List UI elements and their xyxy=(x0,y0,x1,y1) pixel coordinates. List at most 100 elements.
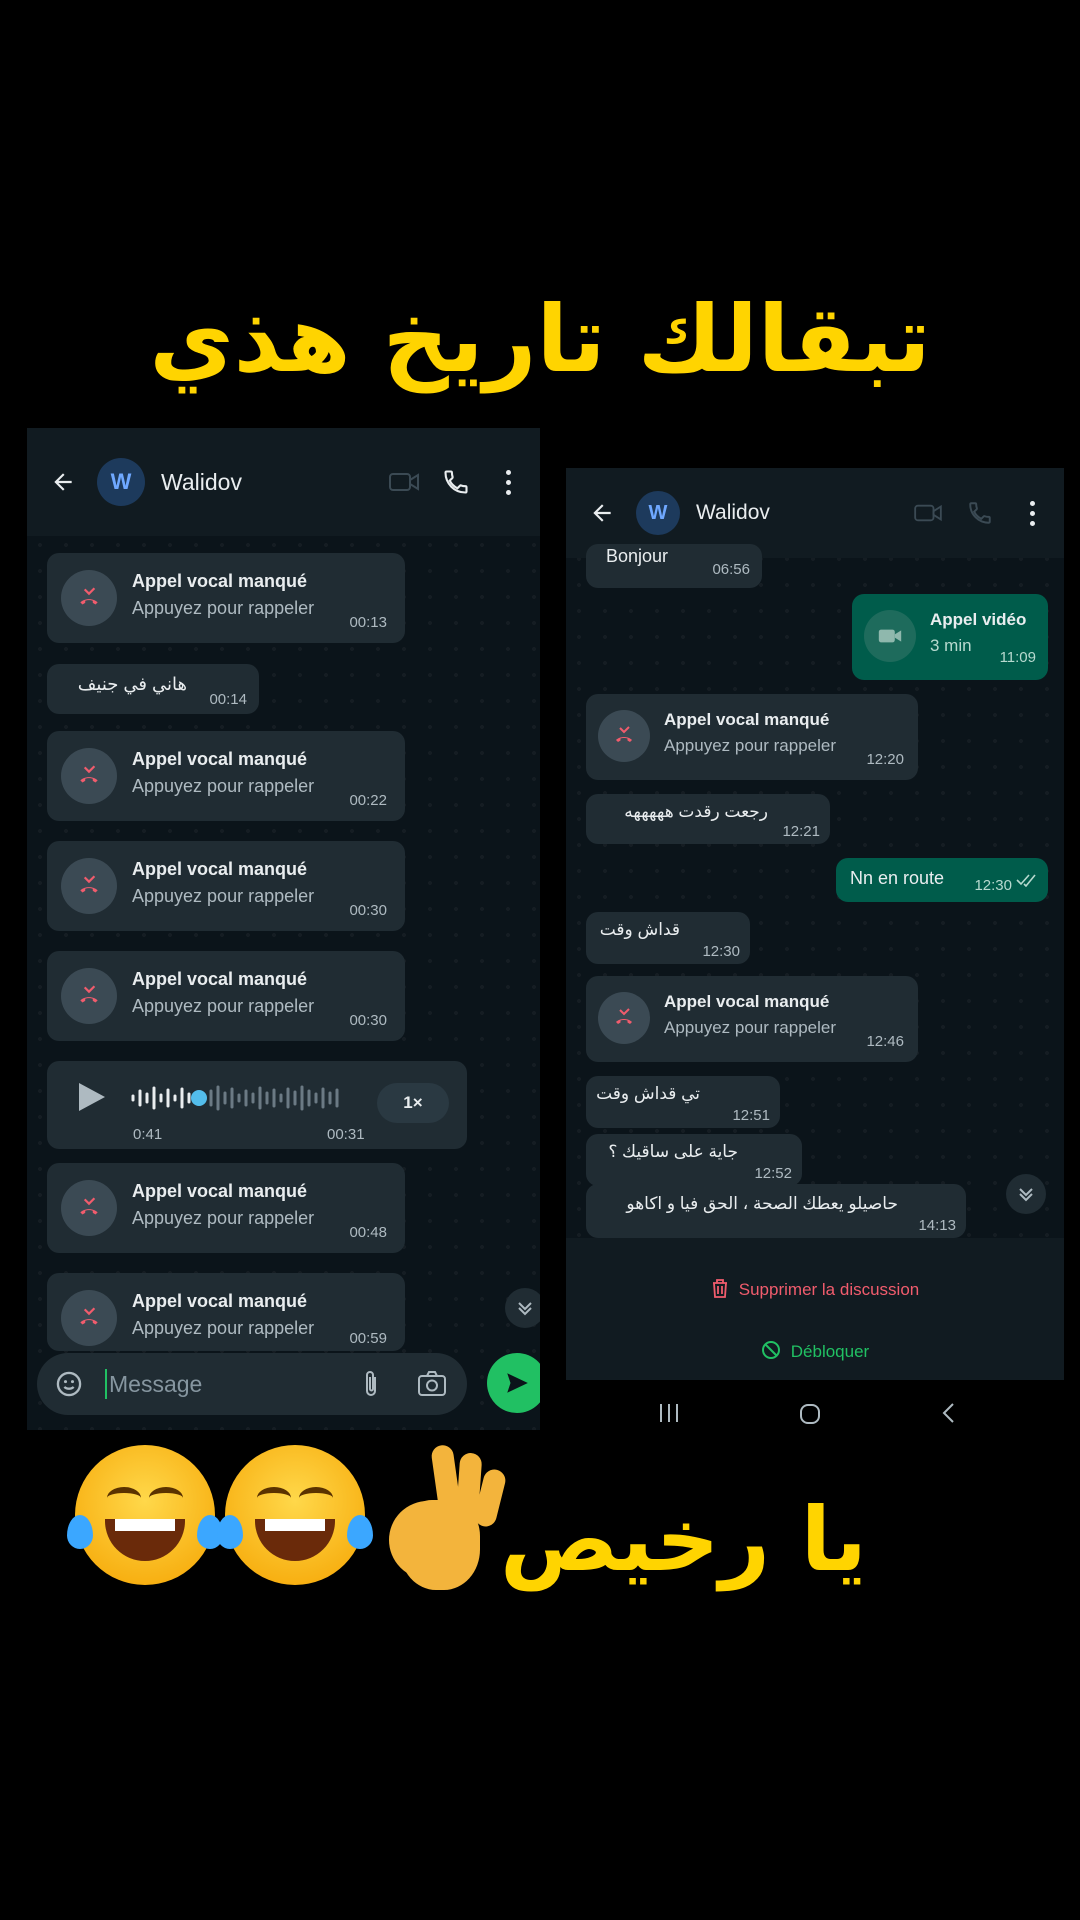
message-time: 00:48 xyxy=(349,1224,387,1241)
call-title: Appel vidéo xyxy=(930,610,1027,629)
avatar[interactable]: W xyxy=(636,491,680,535)
call-subtitle: Appuyez pour rappeler xyxy=(132,1208,315,1228)
message-time: 00:30 xyxy=(349,1012,387,1029)
call-title: Appel vocal manqué xyxy=(664,710,830,729)
missed-call-bubble[interactable]: Appel vocal manqué Appuyez pour rappeler… xyxy=(47,553,405,643)
trash-icon xyxy=(711,1278,729,1303)
message-time: 00:30 xyxy=(349,902,387,919)
android-navigation-bar xyxy=(566,1380,1064,1450)
tears-of-joy-emoji-icon xyxy=(67,1445,223,1585)
contact-name[interactable]: Walidov xyxy=(696,501,908,525)
call-title: Appel vocal manqué xyxy=(132,1181,308,1201)
outgoing-message-bubble[interactable]: Nn en route 12:30 xyxy=(836,858,1048,902)
message-bubble[interactable]: رجعت رقدت هههههه 12:21 xyxy=(586,794,830,844)
blocked-contact-actions: Supprimer la discussion Débloquer xyxy=(566,1238,1064,1380)
message-time: 12:51 xyxy=(732,1107,770,1124)
voice-waveform[interactable] xyxy=(131,1081,361,1115)
message-time: 00:14 xyxy=(209,691,247,708)
message-text: تي قداش وقت xyxy=(596,1084,700,1103)
scroll-down-button[interactable] xyxy=(1006,1174,1046,1214)
call-title: Appel vocal manqué xyxy=(132,859,308,879)
call-title: Appel vocal manqué xyxy=(132,749,308,769)
unblock-button[interactable]: Débloquer xyxy=(566,1340,1064,1365)
missed-call-bubble[interactable]: Appel vocal manqué Appuyez pour rappeler… xyxy=(47,951,405,1041)
left-chat-screenshot: W Walidov Appel vocal manqué Appuyez pou… xyxy=(27,428,540,1430)
missed-call-bubble[interactable]: Appel vocal manqué Appuyez pour rappeler… xyxy=(47,1163,405,1253)
back-arrow-icon[interactable] xyxy=(582,493,622,533)
voice-message-bubble[interactable]: 0:41 00:31 1× xyxy=(47,1061,467,1149)
message-text: حاصيلو يعطك الصحة ، الحق فيا و اكاهو xyxy=(626,1194,898,1213)
missed-call-bubble[interactable]: Appel vocal manqué Appuyez pour rappeler… xyxy=(586,694,918,780)
missed-call-bubble[interactable]: Appel vocal manqué Appuyez pour rappeler… xyxy=(47,841,405,931)
message-bubble[interactable]: جاية على ساقيك ؟ 12:52 xyxy=(586,1134,802,1186)
message-bubble[interactable]: حاصيلو يعطك الصحة ، الحق فيا و اكاهو 14:… xyxy=(586,1184,966,1238)
message-time: 12:30 xyxy=(702,943,740,960)
message-time: 00:13 xyxy=(349,614,387,631)
message-time: 11:09 xyxy=(999,649,1036,666)
home-icon[interactable] xyxy=(798,1402,822,1431)
missed-call-bubble[interactable]: Appel vocal manqué Appuyez pour rappeler… xyxy=(586,976,918,1062)
missed-call-icon xyxy=(598,992,650,1044)
missed-call-bubble[interactable]: Appel vocal manqué Appuyez pour rappeler… xyxy=(47,731,405,821)
more-options-icon[interactable] xyxy=(1012,493,1052,533)
camera-icon[interactable] xyxy=(417,1370,447,1403)
video-call-icon[interactable] xyxy=(384,462,424,502)
message-bubble[interactable]: قداش وقت 12:30 xyxy=(586,912,750,964)
unblock-icon xyxy=(761,1340,781,1365)
scroll-down-button[interactable] xyxy=(505,1288,540,1328)
voice-call-icon[interactable] xyxy=(960,493,1000,533)
more-options-icon[interactable] xyxy=(488,462,528,502)
emoji-row xyxy=(67,1443,508,1595)
play-icon[interactable] xyxy=(77,1081,107,1118)
message-text: Bonjour xyxy=(606,546,669,566)
chat-header: W Walidov xyxy=(27,428,540,536)
message-time: 00:59 xyxy=(349,1330,387,1347)
message-time: 12:21 xyxy=(782,823,820,840)
read-receipt-icon xyxy=(1016,873,1038,892)
message-input[interactable]: Message xyxy=(37,1353,467,1415)
back-nav-icon[interactable] xyxy=(938,1402,960,1429)
avatar[interactable]: W xyxy=(97,458,145,506)
delete-chat-button[interactable]: Supprimer la discussion xyxy=(566,1278,1064,1303)
message-time: 12:46 xyxy=(866,1033,904,1050)
message-time: 12:20 xyxy=(866,751,904,768)
playback-speed-button[interactable]: 1× xyxy=(377,1083,449,1123)
delete-chat-label: Supprimer la discussion xyxy=(738,1279,920,1299)
call-title: Appel vocal manqué xyxy=(664,992,830,1011)
call-subtitle: 3 min xyxy=(930,636,972,655)
missed-call-icon xyxy=(61,968,117,1024)
message-time: 00:22 xyxy=(349,792,387,809)
right-chat-screenshot: W Walidov Bonjour 06:56 Appel vidéo 3 mi… xyxy=(566,468,1064,1380)
send-button[interactable] xyxy=(487,1353,540,1413)
missed-call-icon xyxy=(61,748,117,804)
tears-of-joy-emoji-icon xyxy=(217,1445,373,1585)
message-bubble[interactable]: Bonjour 06:56 xyxy=(586,544,762,588)
text-caret xyxy=(105,1369,107,1399)
call-subtitle: Appuyez pour rappeler xyxy=(664,1018,837,1037)
voice-call-icon[interactable] xyxy=(436,462,476,502)
call-subtitle: Appuyez pour rappeler xyxy=(132,1318,315,1338)
message-time: 12:52 xyxy=(754,1165,792,1182)
call-subtitle: Appuyez pour rappeler xyxy=(132,776,315,796)
message-text: Nn en route xyxy=(850,868,945,888)
recents-icon[interactable] xyxy=(658,1402,680,1429)
message-time: 14:13 xyxy=(918,1217,956,1234)
call-subtitle: Appuyez pour rappeler xyxy=(132,598,315,618)
call-title: Appel vocal manqué xyxy=(132,1291,308,1311)
call-title: Appel vocal manqué xyxy=(132,969,308,989)
call-title: Appel vocal manqué xyxy=(132,571,308,591)
message-bubble[interactable]: تي قداش وقت 12:51 xyxy=(586,1076,780,1128)
contact-name[interactable]: Walidov xyxy=(161,469,384,496)
message-text: قداش وقت xyxy=(599,920,680,939)
message-text: جاية على ساقيك ؟ xyxy=(608,1142,738,1161)
back-arrow-icon[interactable] xyxy=(43,462,83,502)
message-time: 00:31 xyxy=(327,1126,365,1143)
missed-call-bubble[interactable]: Appel vocal manqué Appuyez pour rappeler… xyxy=(47,1273,405,1351)
attach-icon[interactable] xyxy=(359,1369,383,1404)
ok-hand-emoji-icon xyxy=(375,1443,508,1595)
sticker-icon[interactable] xyxy=(55,1370,83,1403)
missed-call-icon xyxy=(61,858,117,914)
video-call-icon[interactable] xyxy=(908,493,948,533)
message-bubble[interactable]: هاني في جنيف 00:14 xyxy=(47,664,259,714)
video-call-bubble[interactable]: Appel vidéo 3 min 11:09 xyxy=(852,594,1048,680)
